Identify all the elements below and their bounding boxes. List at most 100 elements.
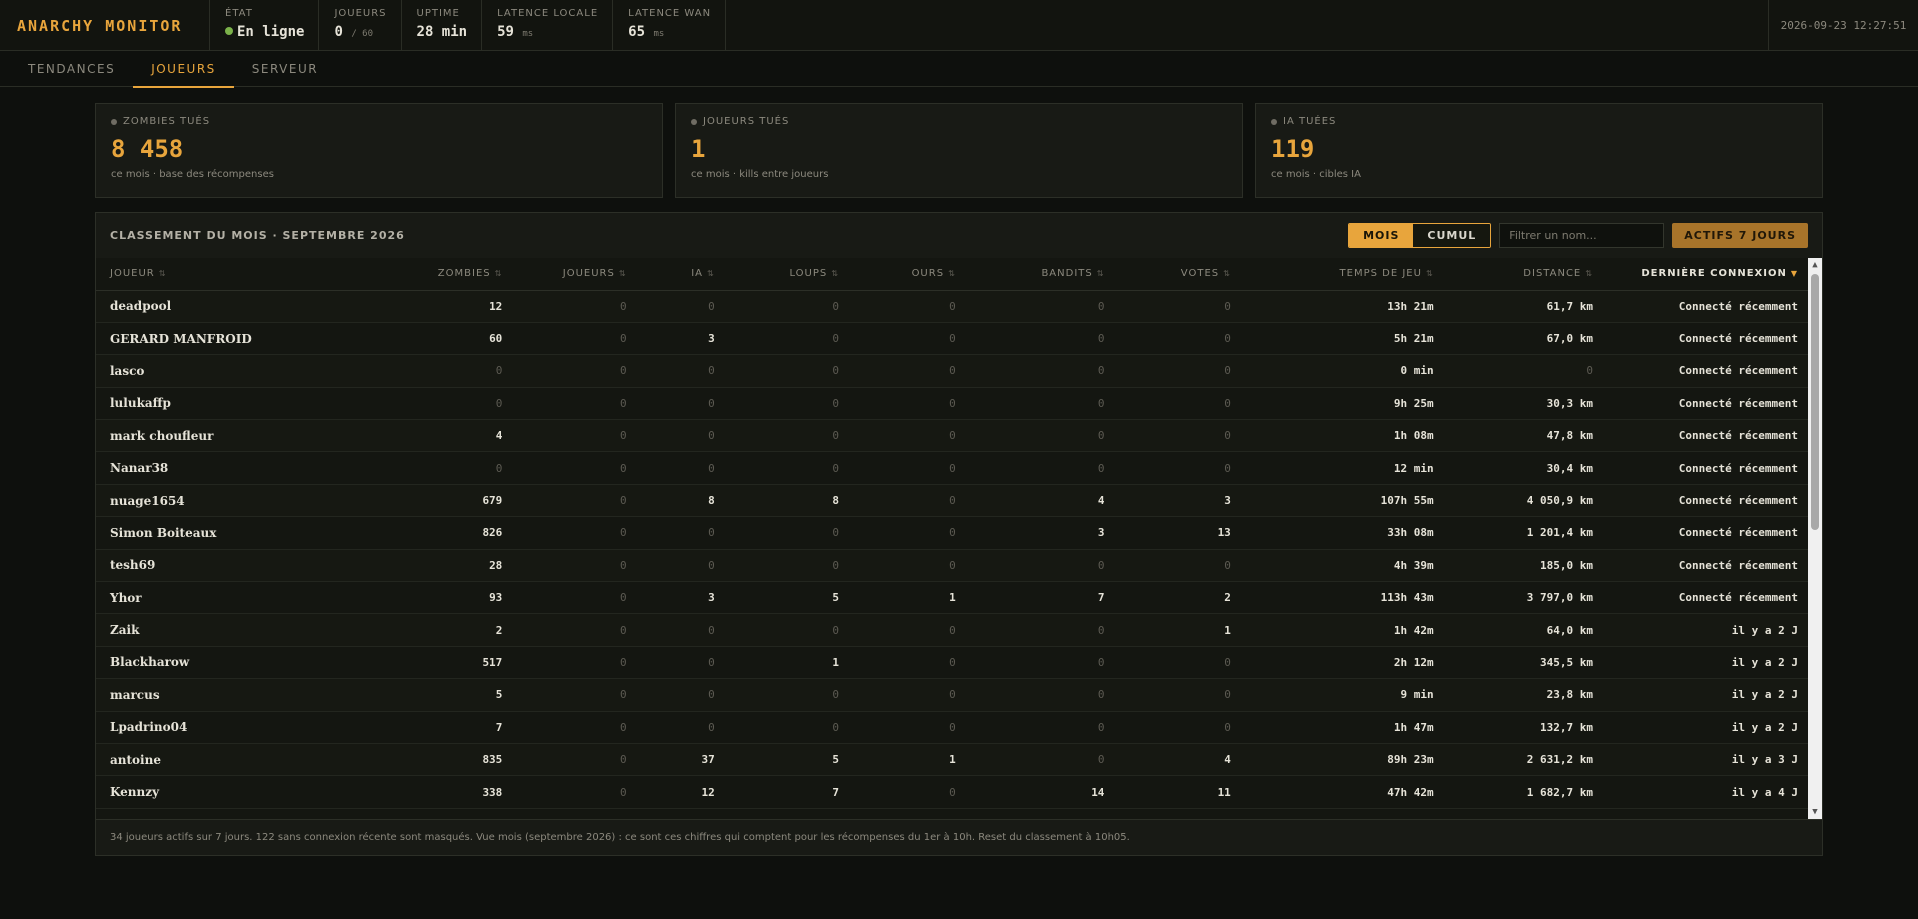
sort-icon[interactable]: ⇅ <box>1585 269 1593 278</box>
table-row[interactable]: lasco 0 0 0 0 0 0 0 0 min 0 Connecté récemment <box>96 354 1808 388</box>
column-header[interactable]: DISTANCE ⇅ <box>1443 258 1603 291</box>
sort-icon[interactable]: ▼ <box>1791 269 1798 278</box>
table-scrollbar[interactable]: ▲ ▼ <box>1808 258 1822 819</box>
votes-cell: 0 <box>1114 354 1241 388</box>
sort-icon[interactable]: ⇅ <box>495 269 503 278</box>
scrollbar-thumb[interactable] <box>1811 274 1819 530</box>
ai-cell: 3 <box>636 581 725 615</box>
distance-cell: 61,7 km <box>1443 290 1603 323</box>
playtime-cell: 33h 08m <box>1240 516 1444 550</box>
zombies-cell: 0 <box>370 354 513 388</box>
ai-cell: 0 <box>636 451 725 485</box>
bandits-cell: 3 <box>965 516 1115 550</box>
column-header[interactable]: JOUEUR ⇅ <box>96 258 370 291</box>
tab-joueurs[interactable]: JOUEURS <box>133 51 234 88</box>
sort-icon[interactable]: ⇅ <box>1426 269 1434 278</box>
table-row[interactable]: Lpadrino04 7 0 0 0 0 0 0 1h 47m 132,7 km il y a 2 … <box>96 711 1808 744</box>
column-header[interactable]: ZOMBIES ⇅ <box>370 258 513 291</box>
table-row[interactable]: Blackharow 517 0 0 1 0 0 0 2h 12m 345,5 km il y a … <box>96 646 1808 680</box>
name-filter-input[interactable] <box>1499 223 1665 248</box>
ai-cell: 12 <box>636 775 725 809</box>
column-header[interactable]: VOTES ⇅ <box>1114 258 1241 291</box>
clock: 2026-09-23 12:27:51 <box>1768 0 1918 51</box>
players-cell: 0 <box>512 322 637 356</box>
ai-cell: 0 <box>636 516 725 550</box>
column-header[interactable]: BANDITS ⇅ <box>965 258 1115 291</box>
column-header[interactable]: LOUPS ⇅ <box>724 258 849 291</box>
sort-icon[interactable]: ⇅ <box>948 269 956 278</box>
zombies-cell: 4 <box>370 419 513 453</box>
status-label: JOUEURS <box>334 8 387 19</box>
table-header-row: JOUEUR ⇅ ZOMBIES ⇅ JOUEURS ⇅ IA ⇅ LOUPS ⇅ OURS ⇅ BAN… <box>96 258 1808 291</box>
wolves-cell: 8 <box>724 484 849 518</box>
table-row[interactable]: tesh69 28 0 0 0 0 0 0 4h 39m 185,0 km Connecté réc… <box>96 549 1808 583</box>
sort-icon[interactable]: ⇅ <box>1223 269 1231 278</box>
kpi-value: 119 <box>1271 135 1315 163</box>
column-header[interactable]: JOUEURS ⇅ <box>512 258 637 291</box>
sort-icon[interactable]: ⇅ <box>619 269 627 278</box>
players-cell: 0 <box>512 387 637 421</box>
column-header[interactable]: OURS ⇅ <box>848 258 966 291</box>
table-row[interactable]: nuage1654 679 0 8 8 0 4 3 107h 55m 4 050,9 km Conn… <box>96 484 1808 518</box>
distance-cell: 30,3 km <box>1443 387 1603 421</box>
players-cell: 0 <box>512 581 637 615</box>
table-row[interactable]: GERARD MANFROID 60 0 3 0 0 0 0 5h 21m 67,0 km Conn… <box>96 322 1808 356</box>
table-row[interactable]: Nanar38 0 0 0 0 0 0 0 12 min 30,4 km Connecté réce… <box>96 451 1808 485</box>
votes-cell: 0 <box>1114 678 1241 712</box>
zombies-cell: 826 <box>370 516 513 550</box>
wolves-cell: 0 <box>724 678 849 712</box>
sort-icon[interactable]: ⇅ <box>831 269 839 278</box>
table-row[interactable]: deadpool 12 0 0 0 0 0 0 13h 21m 61,7 km Connecté r… <box>96 290 1808 323</box>
table-row[interactable]: lulukaffp 0 0 0 0 0 0 0 9h 25m 30,3 km Connecté ré… <box>96 387 1808 421</box>
player-name: antoine <box>96 743 370 777</box>
scroll-down-icon[interactable]: ▼ <box>1808 805 1822 819</box>
active-7-days-button[interactable]: ACTIFS 7 JOURS <box>1672 223 1808 248</box>
last-connection-cell: Connecté récemment <box>1602 322 1808 356</box>
ranking-table-container[interactable]: JOUEUR ⇅ ZOMBIES ⇅ JOUEURS ⇅ IA ⇅ LOUPS ⇅ OURS ⇅ BAN… <box>96 258 1808 819</box>
bandits-cell: 7 <box>965 581 1115 615</box>
votes-cell: 1 <box>1114 613 1241 647</box>
player-name: Kennzy <box>96 775 370 809</box>
column-header[interactable]: TEMPS DE JEU ⇅ <box>1240 258 1444 291</box>
month-button[interactable]: MOIS <box>1349 224 1414 247</box>
tab-serveur[interactable]: SERVEUR <box>234 51 336 87</box>
column-header[interactable]: IA ⇅ <box>636 258 725 291</box>
last-connection-cell: Connecté récemment <box>1602 354 1808 388</box>
players-cell: 0 <box>512 484 637 518</box>
bears-cell: 0 <box>848 678 966 712</box>
status-label: LATENCE WAN <box>628 8 712 19</box>
ranking-panel: CLASSEMENT DU MOIS · SEPTEMBRE 2026 MOIS… <box>95 212 1823 856</box>
players-cell: 0 <box>512 711 637 744</box>
kpi-card: IA TUÉES 119 ce mois · cibles IA <box>1255 103 1823 198</box>
cumulative-button[interactable]: CUMUL <box>1413 224 1491 247</box>
zombies-cell: 517 <box>370 646 513 680</box>
table-row[interactable]: antoine 835 0 37 5 1 0 4 89h 23m 2 631,2 km il y a… <box>96 743 1808 777</box>
table-row[interactable]: Simon Boiteaux 826 0 0 0 0 3 13 33h 08m 1 201,4 k… <box>96 516 1808 550</box>
column-header[interactable]: DERNIÈRE CONNEXION ▼ <box>1602 258 1808 291</box>
table-row[interactable]: mark choufleur 4 0 0 0 0 0 0 1h 08m 47,8 km Connec… <box>96 419 1808 453</box>
ranking-table: JOUEUR ⇅ ZOMBIES ⇅ JOUEURS ⇅ IA ⇅ LOUPS ⇅ OURS ⇅ BAN… <box>96 258 1808 809</box>
ai-cell: 3 <box>636 322 725 356</box>
ranking-header: CLASSEMENT DU MOIS · SEPTEMBRE 2026 MOIS… <box>96 213 1822 258</box>
players-cell: 0 <box>512 516 637 550</box>
scroll-up-icon[interactable]: ▲ <box>1808 258 1822 272</box>
table-body: deadpool 12 0 0 0 0 0 0 13h 21m 61,7 km Connecté r… <box>96 290 1808 809</box>
sort-icon[interactable]: ⇅ <box>159 269 167 278</box>
sort-icon[interactable]: ⇅ <box>1097 269 1105 278</box>
distance-cell: 4 050,9 km <box>1443 484 1603 518</box>
tab-tendances[interactable]: TENDANCES <box>10 51 133 87</box>
status-value-row: 59 ms <box>497 24 598 40</box>
kpi-cards: ZOMBIES TUÉS 8 458 ce mois · base des réco… <box>95 103 1823 198</box>
zombies-cell: 338 <box>370 775 513 809</box>
ranking-tools: MOIS CUMUL ACTIFS 7 JOURS <box>1348 223 1808 248</box>
bullet-icon <box>111 118 117 125</box>
kpi-description: ce mois · kills entre joueurs <box>691 169 829 180</box>
sort-icon[interactable]: ⇅ <box>707 269 715 278</box>
table-row[interactable]: Yhor 93 0 3 5 1 7 2 113h 43m 3 797,0 km Connecté r… <box>96 581 1808 615</box>
status-item: ÉTAT En ligne <box>210 0 320 51</box>
table-row[interactable]: marcus 5 0 0 0 0 0 0 9 min 23,8 km il y a 2 J <box>96 678 1808 712</box>
table-row[interactable]: Zaik 2 0 0 0 0 0 1 1h 42m 64,0 km il y a 2 J <box>96 613 1808 647</box>
table-row[interactable]: Kennzy 338 0 12 7 0 14 11 47h 42m 1 682,7 km il y … <box>96 775 1808 809</box>
bandits-cell: 0 <box>965 711 1115 744</box>
status-value: 28 min <box>416 24 468 40</box>
